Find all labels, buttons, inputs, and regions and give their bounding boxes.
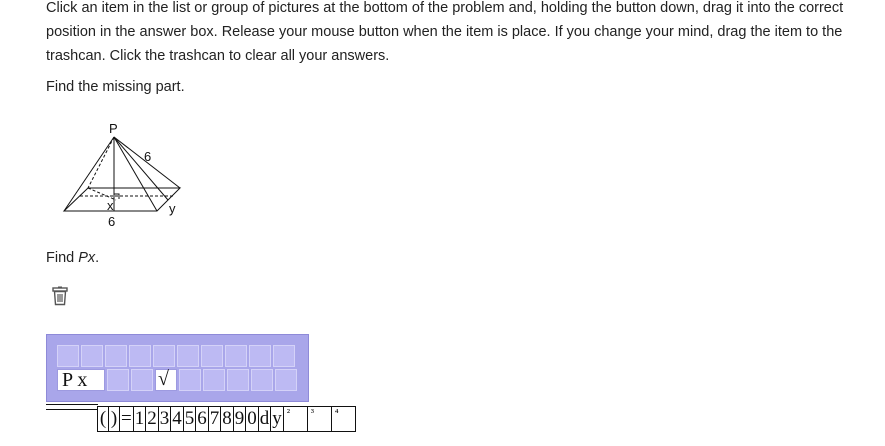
drop-cell[interactable] — [249, 345, 271, 367]
drop-cell[interactable] — [57, 345, 79, 367]
palette-item-0[interactable]: 0 — [246, 407, 259, 431]
palette-item-9[interactable]: 9 — [233, 407, 247, 431]
pyramid-figure: P 6 x 6 y — [62, 121, 182, 229]
prompt-text: Find the missing part. — [46, 79, 185, 95]
trashcan-icon[interactable] — [51, 286, 69, 306]
palette-divider — [46, 404, 98, 410]
answer-entered-text: P x — [62, 369, 88, 391]
drop-cell[interactable] — [225, 345, 247, 367]
drop-cell[interactable] — [251, 369, 273, 391]
drop-cell[interactable] — [105, 345, 127, 367]
question-suffix: . — [95, 250, 100, 266]
palette-item-y[interactable]: y — [271, 407, 284, 431]
apex-label: P — [109, 121, 118, 136]
palette-item-8[interactable]: 8 — [221, 407, 234, 431]
palette-item-5[interactable]: 5 — [183, 407, 197, 431]
palette-item-4[interactable]: 4 — [171, 407, 184, 431]
question-target: Px — [78, 250, 96, 266]
slant-height — [113, 136, 169, 201]
drop-cell[interactable] — [273, 345, 295, 367]
instructions-text: Click an item in the list or group of pi… — [46, 0, 844, 64]
drop-cell[interactable] — [203, 369, 225, 391]
drop-cell[interactable] — [153, 345, 175, 367]
base-label: 6 — [108, 214, 115, 229]
slant-label: 6 — [144, 149, 151, 164]
pyramid-base — [62, 187, 182, 212]
lateral-edge — [87, 136, 115, 189]
question-text: Find Px. — [46, 250, 99, 266]
palette-item-2[interactable]: 2 — [146, 407, 159, 431]
drop-cell[interactable] — [227, 369, 249, 391]
palette-item-cubed[interactable]: ³ — [307, 407, 332, 431]
question-prefix: Find — [46, 250, 79, 266]
drop-cell[interactable] — [107, 369, 129, 391]
palette-item-d[interactable]: d — [258, 407, 272, 431]
answer-box[interactable]: P x √ — [46, 334, 309, 402]
square-root-icon: √ — [158, 368, 169, 390]
y-label: y — [169, 201, 176, 216]
palette-item-6[interactable]: 6 — [196, 407, 209, 431]
palette-item-equals[interactable]: = — [120, 407, 134, 431]
palette-item-fourth-power[interactable]: ⁴ — [331, 407, 356, 431]
palette-item-open-paren[interactable]: ( — [98, 407, 109, 431]
drop-cell[interactable] — [129, 345, 151, 367]
drop-cell[interactable] — [275, 369, 297, 391]
item-palette: ( ) = 1 2 3 4 5 6 7 8 9 0 d y ² ³ ⁴ — [97, 406, 356, 432]
drop-cell[interactable] — [201, 345, 223, 367]
drop-cell[interactable] — [177, 345, 199, 367]
palette-item-1[interactable]: 1 — [133, 407, 147, 431]
palette-item-squared[interactable]: ² — [283, 407, 308, 431]
drop-cell[interactable] — [131, 369, 153, 391]
drop-cell[interactable] — [179, 369, 201, 391]
palette-item-3[interactable]: 3 — [158, 407, 172, 431]
x-label: x — [107, 198, 114, 213]
drop-cell[interactable] — [81, 345, 103, 367]
palette-item-7[interactable]: 7 — [208, 407, 222, 431]
palette-item-close-paren[interactable]: ) — [109, 407, 120, 431]
